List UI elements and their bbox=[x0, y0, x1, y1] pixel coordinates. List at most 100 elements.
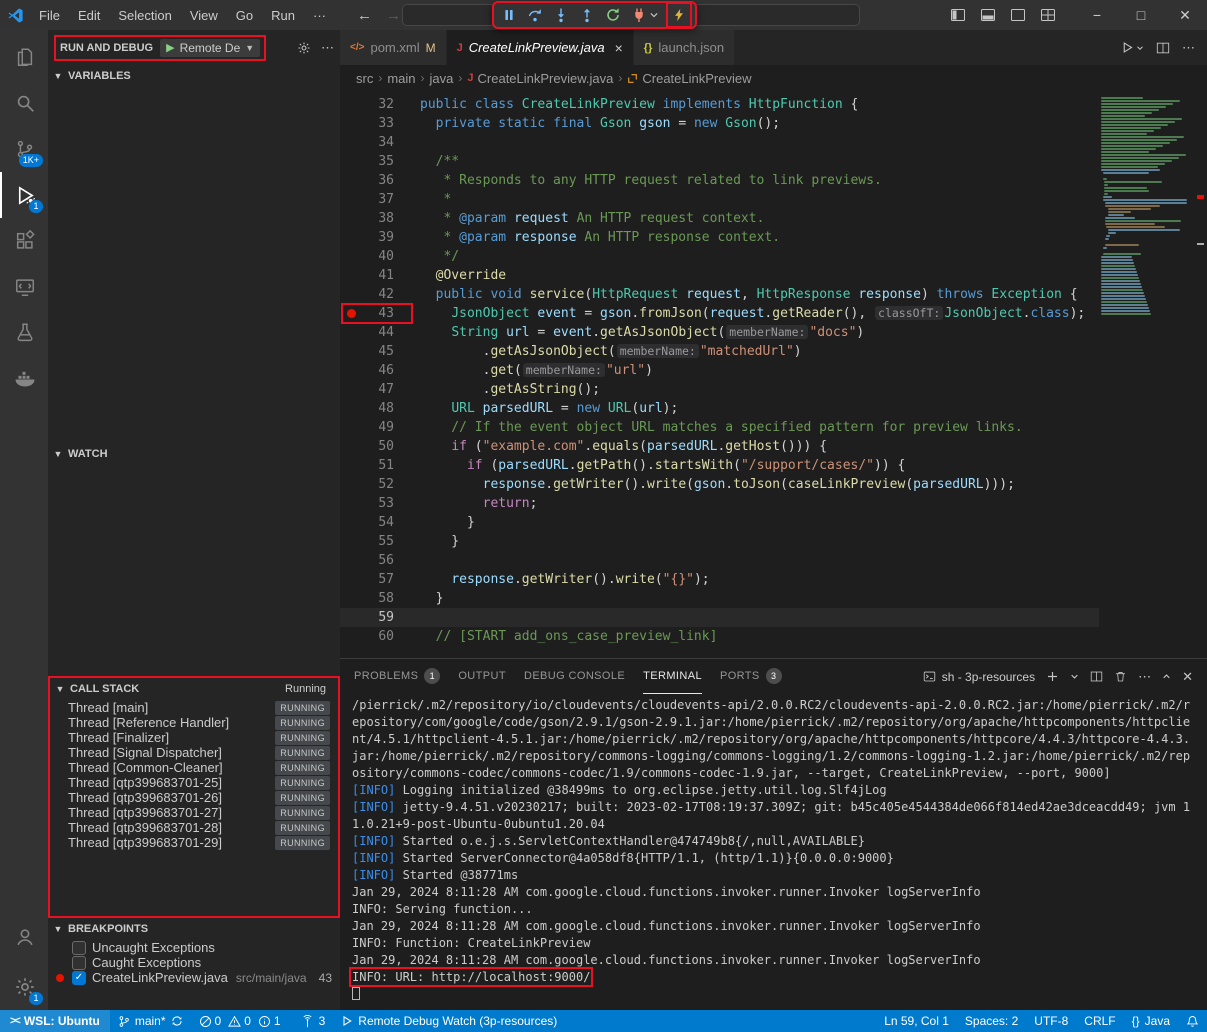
breakpoint-gutter[interactable] bbox=[340, 418, 362, 437]
menu-go[interactable]: Go bbox=[227, 0, 262, 30]
breadcrumb-item[interactable]: JCreateLinkPreview.java bbox=[467, 71, 613, 86]
breakpoint-checkbox[interactable] bbox=[72, 956, 86, 970]
tab-CreateLinkPreview.java[interactable]: JCreateLinkPreview.java× bbox=[447, 30, 634, 65]
breakpoint-checkbox[interactable]: ✓ bbox=[72, 971, 86, 985]
breakpoint-gutter[interactable] bbox=[340, 285, 362, 304]
breakpoint-gutter[interactable] bbox=[340, 532, 362, 551]
toggle-panel-icon[interactable] bbox=[975, 2, 1001, 28]
panel-tab-debug-console[interactable]: DEBUG CONSOLE bbox=[524, 659, 625, 694]
breadcrumb-item[interactable]: src bbox=[356, 71, 373, 86]
thread-row[interactable]: Thread [qtp399683701-26]RUNNING bbox=[50, 790, 338, 805]
split-editor-icon[interactable] bbox=[1156, 41, 1170, 55]
run-java-button[interactable] bbox=[1121, 41, 1144, 54]
breakpoint-gutter[interactable] bbox=[340, 494, 362, 513]
breakpoint-gutter[interactable] bbox=[340, 380, 362, 399]
breakpoint-gutter[interactable] bbox=[340, 152, 362, 171]
thread-row[interactable]: Thread [Signal Dispatcher]RUNNING bbox=[50, 745, 338, 760]
breakpoint-gutter[interactable] bbox=[340, 266, 362, 285]
breakpoints-section-header[interactable]: ▼ BREAKPOINTS bbox=[48, 918, 340, 940]
thread-row[interactable]: Thread [qtp399683701-25]RUNNING bbox=[50, 775, 338, 790]
call-stack-section-header[interactable]: ▼ CALL STACK Running bbox=[50, 678, 338, 700]
close-button[interactable]: ✕ bbox=[1163, 0, 1207, 30]
thread-row[interactable]: Thread [qtp399683701-28]RUNNING bbox=[50, 820, 338, 835]
more-actions-icon[interactable]: ⋯ bbox=[1138, 669, 1151, 685]
breakpoint-gutter[interactable] bbox=[340, 589, 362, 608]
kill-terminal-icon[interactable] bbox=[1114, 670, 1127, 683]
breakpoint-gutter[interactable] bbox=[340, 114, 362, 133]
gear-icon[interactable] bbox=[297, 41, 311, 55]
menu-selection[interactable]: Selection bbox=[109, 0, 180, 30]
testing-icon[interactable] bbox=[0, 310, 48, 356]
menu-file[interactable]: File bbox=[30, 0, 69, 30]
minimize-button[interactable]: − bbox=[1075, 0, 1119, 30]
docker-icon[interactable] bbox=[0, 356, 48, 402]
eol[interactable]: CRLF bbox=[1076, 1010, 1123, 1032]
breakpoint-gutter[interactable] bbox=[340, 456, 362, 475]
notifications-bell[interactable] bbox=[1178, 1010, 1207, 1032]
breakpoint-gutter[interactable] bbox=[340, 171, 362, 190]
split-terminal-icon[interactable] bbox=[1090, 670, 1103, 683]
restart-icon[interactable] bbox=[601, 3, 625, 27]
thread-row[interactable]: Thread [Common-Cleaner]RUNNING bbox=[50, 760, 338, 775]
close-tab-icon[interactable]: × bbox=[615, 40, 623, 56]
menu-more[interactable]: ··· bbox=[304, 0, 335, 30]
extensions-icon[interactable] bbox=[0, 218, 48, 264]
remote-indicator[interactable]: >< WSL: Ubuntu bbox=[0, 1010, 110, 1032]
breakpoint-gutter[interactable] bbox=[340, 190, 362, 209]
breakpoint-gutter[interactable] bbox=[340, 570, 362, 589]
breakpoint-gutter[interactable] bbox=[340, 247, 362, 266]
chevron-down-icon[interactable] bbox=[649, 3, 661, 27]
menu-edit[interactable]: Edit bbox=[69, 0, 109, 30]
pause-icon[interactable] bbox=[497, 3, 521, 27]
maximize-button[interactable]: □ bbox=[1119, 0, 1163, 30]
step-into-icon[interactable] bbox=[549, 3, 573, 27]
panel-tab-terminal[interactable]: TERMINAL bbox=[643, 659, 702, 694]
breadcrumb-item[interactable]: CreateLinkPreview bbox=[627, 71, 751, 86]
breakpoint-gutter[interactable] bbox=[340, 342, 362, 361]
thread-row[interactable]: Thread [Finalizer]RUNNING bbox=[50, 730, 338, 745]
watch-section-header[interactable]: ▼ WATCH bbox=[48, 443, 340, 465]
thread-row[interactable]: Thread [qtp399683701-27]RUNNING bbox=[50, 805, 338, 820]
breakpoint-row[interactable]: Caught Exceptions bbox=[48, 955, 340, 970]
menu-view[interactable]: View bbox=[181, 0, 227, 30]
indentation[interactable]: Spaces: 2 bbox=[957, 1010, 1026, 1032]
toggle-sidebar-icon[interactable] bbox=[945, 2, 971, 28]
terminal-session[interactable]: sh - 3p-resources bbox=[923, 670, 1035, 684]
new-terminal-icon[interactable] bbox=[1046, 670, 1059, 683]
breakpoint-gutter[interactable] bbox=[340, 133, 362, 152]
disconnect-icon[interactable] bbox=[627, 3, 651, 27]
git-branch[interactable]: main* bbox=[110, 1010, 191, 1032]
breakpoint-gutter[interactable] bbox=[340, 627, 362, 646]
start-debug-icon[interactable]: ▶ bbox=[166, 41, 174, 54]
debug-session-indicator[interactable]: Remote Debug Watch (3p-resources) bbox=[333, 1010, 565, 1032]
thread-row[interactable]: Thread [Reference Handler]RUNNING bbox=[50, 715, 338, 730]
breakpoint-gutter[interactable] bbox=[340, 209, 362, 228]
breakpoint-gutter[interactable] bbox=[340, 361, 362, 380]
breakpoint-gutter[interactable] bbox=[340, 399, 362, 418]
code-editor[interactable]: 32public class CreateLinkPreview impleme… bbox=[340, 91, 1207, 658]
breakpoint-gutter[interactable] bbox=[340, 475, 362, 494]
minimap[interactable] bbox=[1099, 91, 1195, 658]
breakpoint-row[interactable]: ✓CreateLinkPreview.javasrc/main/java43 bbox=[48, 970, 340, 985]
cursor-position[interactable]: Ln 59, Col 1 bbox=[876, 1010, 957, 1032]
variables-section-header[interactable]: ▼ VARIABLES bbox=[48, 65, 340, 87]
breadcrumb-item[interactable]: main bbox=[387, 71, 415, 86]
run-and-debug-icon[interactable]: 1 bbox=[0, 172, 48, 218]
panel-tab-output[interactable]: OUTPUT bbox=[458, 659, 506, 694]
overview-ruler[interactable] bbox=[1195, 91, 1207, 658]
back-arrow-icon[interactable]: ← bbox=[357, 7, 372, 24]
explorer-icon[interactable] bbox=[0, 34, 48, 80]
breakpoint-checkbox[interactable] bbox=[72, 941, 86, 955]
breakpoint-gutter[interactable] bbox=[340, 437, 362, 456]
maximize-panel-icon[interactable] bbox=[1162, 672, 1171, 681]
breakpoint-gutter[interactable] bbox=[340, 228, 362, 247]
breakpoint-gutter[interactable] bbox=[340, 551, 362, 570]
breakpoint-gutter[interactable] bbox=[340, 608, 362, 627]
forwarded-ports[interactable]: 3 bbox=[293, 1010, 334, 1032]
encoding[interactable]: UTF-8 bbox=[1026, 1010, 1076, 1032]
step-out-icon[interactable] bbox=[575, 3, 599, 27]
language-mode[interactable]: {}Java bbox=[1124, 1010, 1178, 1032]
tab-launch.json[interactable]: {}launch.json bbox=[634, 30, 735, 65]
breadcrumb-item[interactable]: java bbox=[430, 71, 454, 86]
account-icon[interactable] bbox=[0, 914, 48, 960]
